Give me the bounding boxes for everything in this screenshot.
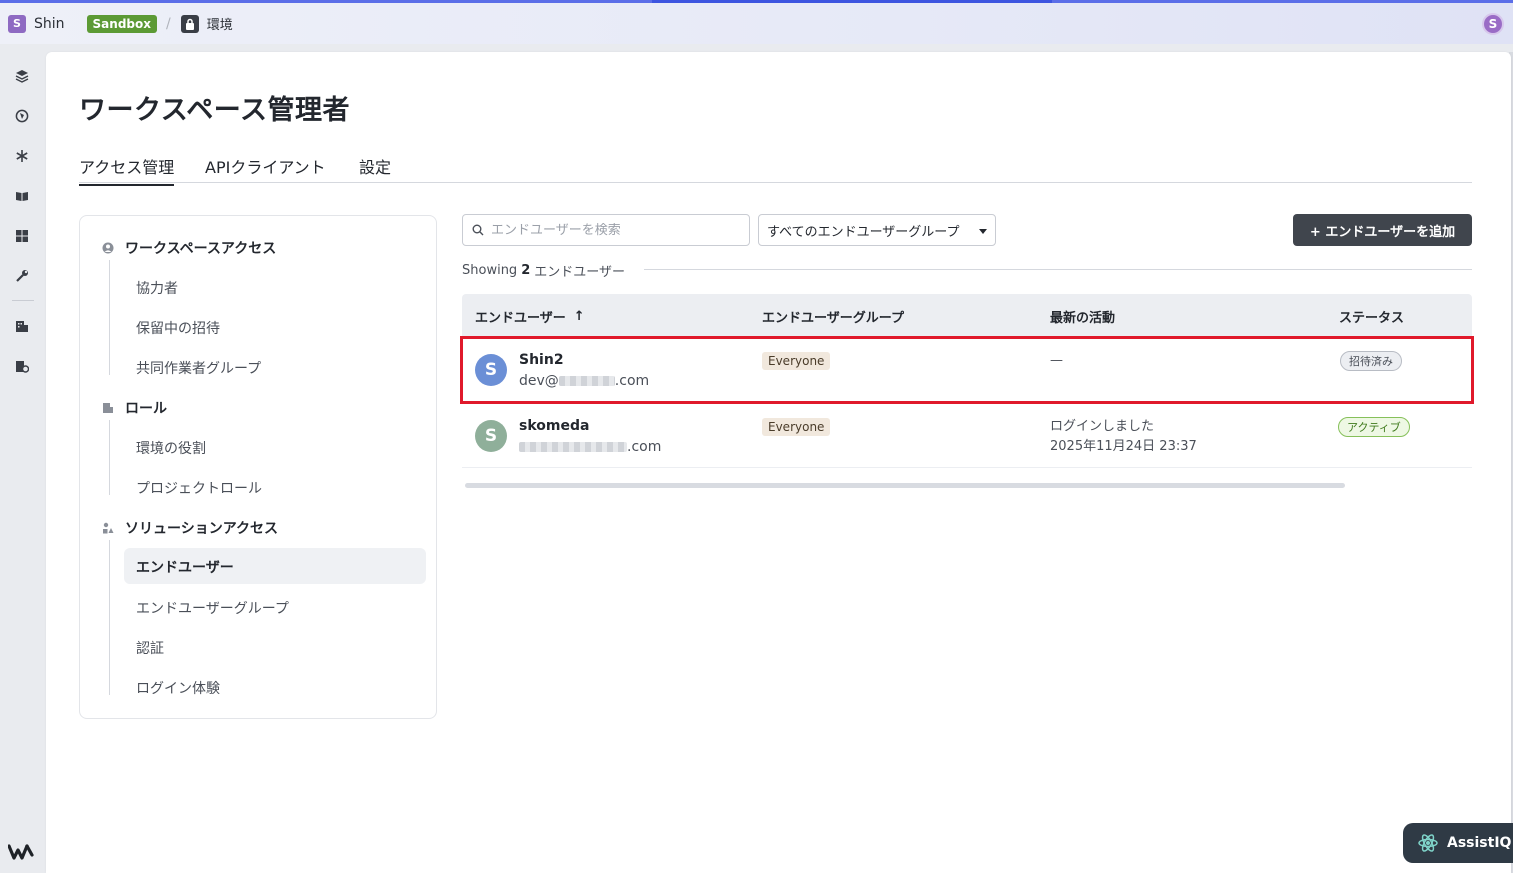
nav-item-environment-roles[interactable]: 環境の役割 xyxy=(136,438,206,458)
tab-settings[interactable]: 設定 xyxy=(359,154,391,184)
building-icon xyxy=(102,402,114,414)
nav-item-project-roles[interactable]: プロジェクトロール xyxy=(136,478,262,498)
grid-icon[interactable] xyxy=(14,228,30,244)
retool-logo-icon xyxy=(8,844,34,860)
end-user-search[interactable] xyxy=(462,214,750,246)
sandbox-badge[interactable]: Sandbox xyxy=(86,14,157,33)
email-prefix: dev@ xyxy=(519,373,559,389)
building-gear-icon[interactable] xyxy=(14,358,30,374)
book-icon[interactable] xyxy=(14,188,30,204)
email-suffix: .com xyxy=(614,373,650,389)
tab-access-management[interactable]: アクセス管理 xyxy=(79,154,175,186)
atom-icon xyxy=(1418,834,1438,852)
workspace-badge[interactable]: S xyxy=(8,14,26,33)
tab-bar: アクセス管理 APIクライアント 設定 xyxy=(79,154,1472,186)
user-name: skomeda xyxy=(519,418,590,434)
divider xyxy=(644,269,1472,270)
nav-tree-line xyxy=(109,420,110,495)
users-shapes-icon xyxy=(102,522,114,534)
user-circle-icon xyxy=(102,242,114,254)
nav-section-label: ワークスペースアクセス xyxy=(125,241,277,257)
workspace-name[interactable]: Shin xyxy=(34,16,65,32)
user-name: Shin2 xyxy=(519,352,564,368)
nav-section-label: ソリューションアクセス xyxy=(125,521,279,537)
user-avatar[interactable]: S xyxy=(1482,13,1504,35)
nav-tree-line xyxy=(109,540,110,695)
column-header-last-activity[interactable]: 最新の活動 xyxy=(1050,307,1115,326)
group-badge: Everyone xyxy=(762,418,831,436)
chevron-down-icon xyxy=(979,229,987,234)
result-count-suffix: エンドユーザー xyxy=(534,265,625,280)
redacted-text xyxy=(519,442,627,452)
group-badge: Everyone xyxy=(762,352,831,370)
breadcrumb-separator: / xyxy=(165,15,171,32)
nav-item-collaborator-groups[interactable]: 共同作業者グループ xyxy=(136,358,261,378)
sort-ascending-icon[interactable]: ↑ xyxy=(574,309,585,324)
environment-name[interactable]: 環境 xyxy=(207,14,233,33)
assistiq-launcher[interactable]: AssistIQ xyxy=(1403,823,1513,863)
nav-section-solution-access: ソリューションアクセス xyxy=(102,518,278,538)
nav-item-end-user-groups[interactable]: エンドユーザーグループ xyxy=(136,598,289,618)
add-end-user-button[interactable]: + エンドユーザーを追加 xyxy=(1293,214,1472,246)
assistiq-label: AssistIQ xyxy=(1447,835,1512,851)
user-email: dev@ .com xyxy=(519,373,649,389)
column-header-group[interactable]: エンドユーザーグループ xyxy=(762,307,904,326)
last-activity: ログインしました 2025年11月24日 23:37 xyxy=(1050,417,1197,457)
lock-icon xyxy=(180,14,199,33)
nav-item-end-users[interactable]: エンドユーザー xyxy=(124,548,426,584)
access-nav: ワークスペースアクセス 協力者 保留中の招待 共同作業者グループ ロール 環境の… xyxy=(79,215,437,719)
column-header-status[interactable]: ステータス xyxy=(1339,307,1404,326)
group-filter-value: すべてのエンドユーザーグループ xyxy=(767,224,960,240)
page-title: ワークスペース管理者 xyxy=(79,95,350,126)
tab-api-clients[interactable]: APIクライアント xyxy=(205,154,326,184)
globe-icon[interactable] xyxy=(14,108,30,124)
nav-item-login-experience[interactable]: ログイン体験 xyxy=(136,678,220,698)
layers-icon[interactable] xyxy=(14,68,30,84)
search-input[interactable] xyxy=(491,222,731,238)
email-suffix: .com xyxy=(627,439,662,455)
nav-item-collaborators[interactable]: 協力者 xyxy=(136,278,178,298)
nav-section-label: ロール xyxy=(125,401,167,417)
table-row[interactable]: S Shin2 dev@ .com Everyone — 招待済み xyxy=(460,336,1474,404)
main-panel: ワークスペース管理者 アクセス管理 APIクライアント 設定 ワークスペースアク… xyxy=(46,52,1511,873)
user-email: .com xyxy=(519,439,661,455)
activity-timestamp: 2025年11月24日 23:37 xyxy=(1050,439,1197,454)
result-count: Showing 2 エンドユーザー xyxy=(462,261,625,280)
redacted-text xyxy=(558,376,615,386)
avatar: S xyxy=(475,420,507,452)
table-horizontal-scrollbar[interactable] xyxy=(465,483,1345,488)
status-badge: 招待済み xyxy=(1340,351,1402,371)
status-badge: アクティブ xyxy=(1338,417,1410,437)
left-rail xyxy=(0,44,45,873)
nav-item-authentication[interactable]: 認証 xyxy=(136,638,164,658)
nav-item-pending-invites[interactable]: 保留中の招待 xyxy=(136,318,220,338)
rail-divider xyxy=(12,300,34,301)
last-activity: — xyxy=(1050,353,1063,368)
nav-item-label: エンドユーザー xyxy=(136,560,234,576)
avatar: S xyxy=(475,354,507,386)
table-header: エンドユーザー ↑ エンドユーザーグループ 最新の活動 ステータス xyxy=(462,294,1472,336)
activity-text: ログインしました xyxy=(1050,419,1155,434)
result-count-number: 2 xyxy=(521,263,531,278)
end-user-group-filter[interactable]: すべてのエンドユーザーグループ xyxy=(758,214,996,246)
column-label: エンドユーザー xyxy=(475,311,566,326)
asterisk-icon[interactable] xyxy=(14,148,30,164)
nav-section-workspace-access: ワークスペースアクセス xyxy=(102,238,276,258)
column-header-end-user[interactable]: エンドユーザー ↑ xyxy=(475,307,585,326)
result-count-prefix: Showing xyxy=(462,263,518,278)
nav-section-roles: ロール xyxy=(102,398,167,418)
top-bar: S Shin Sandbox / 環境 S xyxy=(0,3,1513,44)
wrench-icon[interactable] xyxy=(14,268,30,284)
table-row[interactable]: S skomeda .com Everyone ログインしました 2025年11… xyxy=(462,404,1472,468)
nav-tree-line xyxy=(109,260,110,375)
search-icon xyxy=(472,224,484,236)
building-icon[interactable] xyxy=(14,318,30,334)
